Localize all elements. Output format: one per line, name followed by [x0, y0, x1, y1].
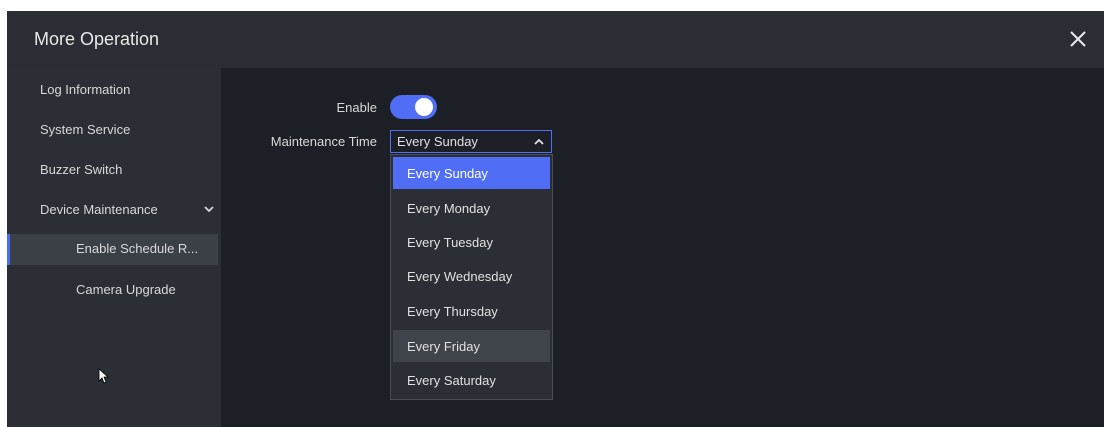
option-label: Every Wednesday	[407, 269, 513, 284]
option-label: Every Saturday	[407, 373, 496, 388]
sidebar-item-system-service[interactable]: System Service	[7, 115, 221, 145]
option-every-saturday[interactable]: Every Saturday	[393, 364, 550, 396]
option-label: Every Monday	[407, 201, 491, 216]
sidebar-item-camera-upgrade[interactable]: Camera Upgrade	[7, 275, 221, 305]
close-icon	[1070, 31, 1086, 47]
maintenance-time-select[interactable]: Every Sunday	[390, 130, 552, 153]
sidebar-item-device-maintenance[interactable]: Device Maintenance	[7, 195, 221, 225]
option-label: Every Friday	[407, 339, 480, 354]
dialog-title: More Operation	[34, 29, 160, 49]
more-operation-dialog: More Operation Log Information System Se…	[7, 11, 1104, 427]
chevron-up-icon	[534, 138, 544, 145]
option-every-monday[interactable]: Every Monday	[393, 192, 550, 224]
option-every-wednesday[interactable]: Every Wednesday	[393, 260, 550, 292]
title-bar: More Operation	[7, 11, 1104, 68]
option-every-tuesday[interactable]: Every Tuesday	[393, 226, 550, 258]
enable-toggle[interactable]	[390, 95, 437, 119]
sidebar-item-buzzer-switch[interactable]: Buzzer Switch	[7, 155, 221, 185]
sidebar-item-label: System Service	[40, 122, 131, 137]
sidebar-item-label: Camera Upgrade	[76, 282, 176, 297]
close-button[interactable]	[1066, 27, 1090, 51]
toggle-knob	[415, 98, 433, 116]
enable-label: Enable	[336, 100, 377, 115]
sidebar-item-label: Device Maintenance	[40, 202, 158, 217]
maintenance-time-dropdown: Every Sunday Every Monday Every Tuesday …	[390, 154, 553, 400]
maintenance-time-label: Maintenance Time	[270, 134, 377, 149]
sidebar: Log Information System Service Buzzer Sw…	[7, 68, 221, 427]
sidebar-item-log-information[interactable]: Log Information	[7, 75, 221, 105]
sidebar-item-label: Log Information	[40, 82, 131, 97]
option-every-sunday[interactable]: Every Sunday	[393, 157, 550, 189]
option-every-thursday[interactable]: Every Thursday	[393, 295, 550, 327]
option-label: Every Tuesday	[407, 235, 493, 250]
option-every-friday[interactable]: Every Friday	[393, 330, 550, 362]
sidebar-item-label: Enable Schedule R...	[76, 241, 199, 256]
sidebar-item-enable-schedule-reboot[interactable]: Enable Schedule R...	[7, 234, 218, 265]
maintenance-time-value: Every Sunday	[397, 134, 478, 149]
option-label: Every Sunday	[407, 166, 488, 181]
chevron-down-icon	[204, 206, 214, 213]
mouse-cursor-icon	[98, 368, 110, 384]
sidebar-item-label: Buzzer Switch	[40, 162, 123, 177]
option-label: Every Thursday	[407, 304, 498, 319]
